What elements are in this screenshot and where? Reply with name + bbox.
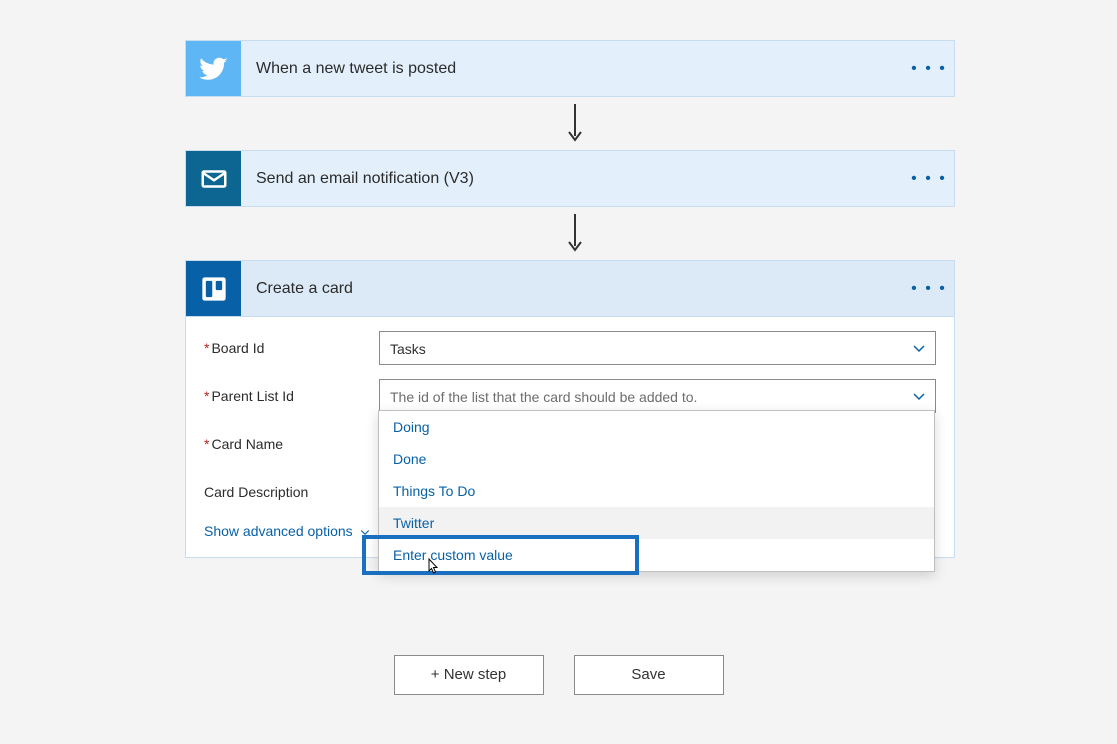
dropdown-option[interactable]: Twitter [379,507,934,539]
step-title-email: Send an email notification (V3) [241,170,904,188]
field-label-card-desc: Card Description [204,484,379,500]
mail-icon [186,151,241,206]
twitter-icon [186,41,241,96]
parent-list-id-select[interactable]: The id of the list that the card should … [379,379,936,413]
step-menu-button[interactable]: • • • [904,280,954,298]
chevron-down-icon [911,388,927,404]
step-menu-button[interactable]: • • • [904,60,954,78]
field-label-board: *Board Id [204,340,379,356]
dropdown-option-custom[interactable]: Enter custom value [379,539,934,571]
step-title-trigger: When a new tweet is posted [241,60,904,78]
field-row-board: *Board Id Tasks [204,331,936,365]
field-label-card-name: *Card Name [204,436,379,452]
trello-icon [186,261,241,316]
field-row-parent-list: *Parent List Id The id of the list that … [204,379,936,413]
step-title-trello: Create a card [241,280,904,298]
chevron-down-icon [359,526,371,538]
bottom-button-bar: + New step Save [0,655,1117,695]
save-button[interactable]: Save [574,655,724,695]
step-menu-button[interactable]: • • • [904,170,954,188]
chevron-down-icon [911,340,927,356]
show-advanced-options-link[interactable]: Show advanced options [204,523,371,539]
dropdown-option[interactable]: Doing [379,411,934,443]
board-id-select[interactable]: Tasks [379,331,936,365]
parent-list-dropdown[interactable]: Doing Done Things To Do Twitter Enter cu… [378,410,935,572]
flow-arrow [565,100,585,145]
flow-arrow [565,210,585,255]
step-header-trello[interactable]: Create a card • • • [185,260,955,317]
field-label-parent-list: *Parent List Id [204,388,379,404]
step-card-trigger[interactable]: When a new tweet is posted • • • [185,40,955,97]
step-card-email[interactable]: Send an email notification (V3) • • • [185,150,955,207]
new-step-button[interactable]: + New step [394,655,544,695]
dropdown-option[interactable]: Things To Do [379,475,934,507]
dropdown-option[interactable]: Done [379,443,934,475]
